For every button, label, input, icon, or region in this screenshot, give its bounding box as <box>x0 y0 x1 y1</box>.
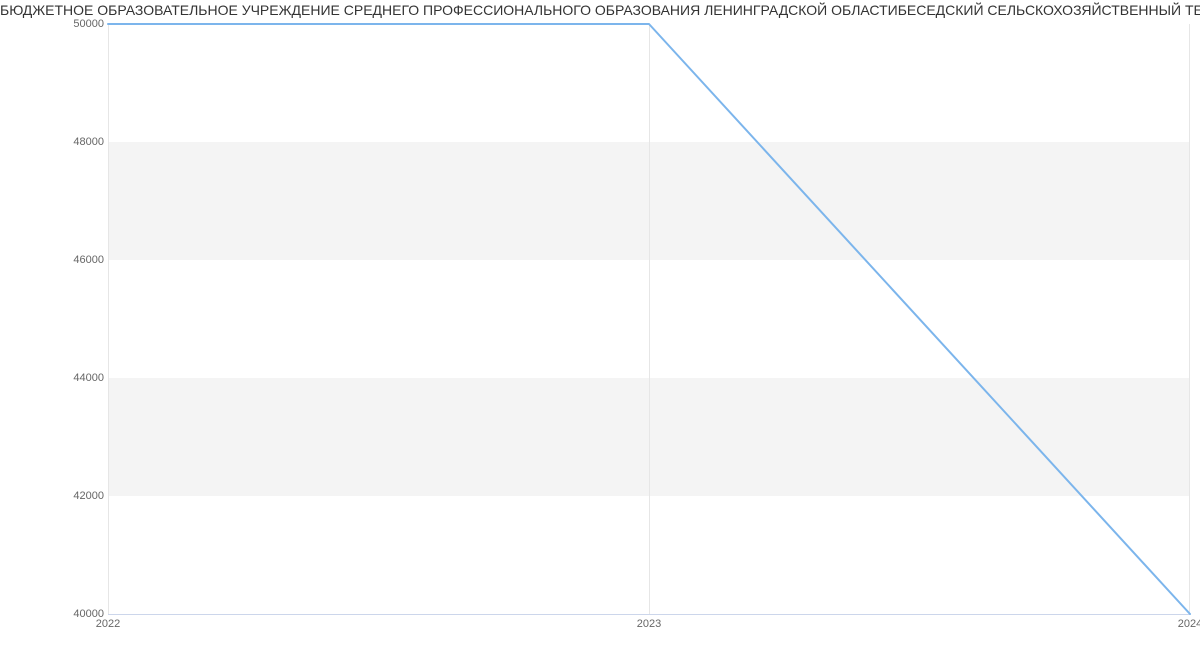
y-tick-label: 46000 <box>4 254 104 266</box>
line-chart: БЮДЖЕТНОЕ ОБРАЗОВАТЕЛЬНОЕ УЧРЕЖДЕНИЕ СРЕ… <box>0 0 1200 650</box>
plot-area <box>108 24 1190 615</box>
data-line <box>108 24 1190 614</box>
x-tick-label: 2022 <box>96 618 120 630</box>
y-tick-label: 42000 <box>4 490 104 502</box>
x-tick-label: 2024 <box>1178 618 1200 630</box>
chart-title: БЮДЖЕТНОЕ ОБРАЗОВАТЕЛЬНОЕ УЧРЕЖДЕНИЕ СРЕ… <box>0 2 1200 18</box>
y-tick-label: 44000 <box>4 372 104 384</box>
y-tick-label: 50000 <box>4 18 104 30</box>
y-tick-label: 48000 <box>4 136 104 148</box>
y-tick-label: 40000 <box>4 608 104 620</box>
x-tick-label: 2023 <box>637 618 661 630</box>
